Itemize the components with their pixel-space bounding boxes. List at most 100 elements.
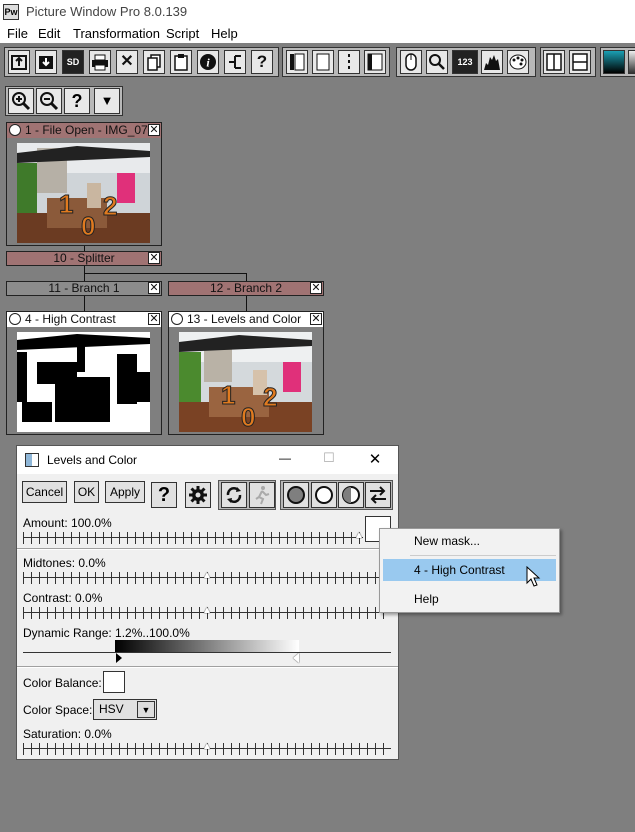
node-branch-2[interactable]: 12 - Branch 2 ✕ [168,281,324,296]
node-title: 11 - Branch 1 [48,281,120,295]
node-title: 4 - High Contrast [25,312,116,326]
dropdown-arrow-icon[interactable]: ▼ [94,88,120,114]
wire [84,296,85,311]
close-x-icon[interactable]: ✕ [116,50,138,74]
color-space-select[interactable]: HSV ▼ [93,699,157,720]
color-space-label: Color Space: [23,703,93,717]
dialog-app-icon [25,453,39,467]
slider-thumb[interactable] [356,532,362,538]
info-icon[interactable]: i [197,50,219,74]
color-space-value: HSV [99,702,124,716]
copy-icon[interactable] [143,50,165,74]
amount-label: Amount: 100.0% [23,516,112,530]
node-splitter[interactable]: 10 - Splitter ✕ [6,251,162,266]
file-toolbar-group: SD ✕ i ? [4,47,279,77]
node-header: 1 - File Open - IMG_07 ✕ [7,123,161,138]
contrast-slider[interactable] [23,607,391,619]
close-icon[interactable]: ✕ [310,282,322,294]
mask-half-icon[interactable] [338,482,364,508]
mask-filled-icon[interactable] [283,482,309,508]
thumb-number-2: 2 [103,191,117,221]
menu-item-new-mask[interactable]: New mask... [383,530,556,552]
split-horizontal-icon[interactable] [569,50,591,74]
mask-group [280,480,393,510]
node-title: 1 - File Open - IMG_07 [25,123,148,137]
swap-icon[interactable] [365,482,391,508]
range-high-handle[interactable] [293,653,299,663]
gear-icon[interactable] [185,482,211,508]
apply-button[interactable]: Apply [105,481,145,503]
file-open-thumbnail: 1 0 2 [17,143,150,243]
layout-4-icon[interactable] [364,50,386,74]
maximize-icon[interactable]: ☐ [319,450,339,466]
title-bar: Pw Picture Window Pro 8.0.139 [0,0,635,24]
menu-file[interactable]: File [7,26,28,41]
layout-1-icon[interactable] [286,50,308,74]
save-icon[interactable] [35,50,57,74]
refresh-icon[interactable] [221,482,247,508]
minimize-icon[interactable]: — [275,451,295,465]
zoom-help-icon[interactable]: ? [64,88,90,114]
layout-2-icon[interactable] [312,50,334,74]
dialog-close-icon[interactable]: ✕ [365,450,385,468]
mouse-icon[interactable] [400,50,422,74]
numeric-icon[interactable]: 123 [452,50,478,74]
slider-thumb[interactable] [204,743,210,749]
gradient-2-icon[interactable] [628,50,635,74]
node-radio-icon[interactable] [171,313,183,325]
print-icon[interactable] [89,50,111,74]
layout-3-icon[interactable] [338,50,360,74]
node-radio-icon[interactable] [9,313,21,325]
menu-item-help[interactable]: Help [383,588,556,610]
paste-icon[interactable] [170,50,192,74]
close-icon[interactable]: ✕ [148,282,160,294]
chevron-down-icon[interactable]: ▼ [137,701,155,718]
thumb-number-1: 1 [59,189,73,219]
close-icon[interactable]: ✕ [148,124,160,136]
thumb-number-0: 0 [81,211,95,241]
slider-thumb[interactable] [204,572,210,578]
node-file-open[interactable]: 1 - File Open - IMG_07 ✕ 1 0 2 [6,122,162,246]
midtones-label: Midtones: 0.0% [23,556,106,570]
node-header: 13 - Levels and Color ✕ [169,312,323,327]
node-high-contrast[interactable]: 4 - High Contrast ✕ [6,311,162,435]
menu-edit[interactable]: Edit [38,26,60,41]
mask-empty-icon[interactable] [311,482,337,508]
help-icon[interactable]: ? [251,50,273,74]
layout-toolbar-group [282,47,390,77]
run-icon[interactable] [249,482,275,508]
zoom-icon[interactable] [426,50,448,74]
color-balance-swatch[interactable] [103,671,125,693]
menu-transformation[interactable]: Transformation [73,26,160,41]
ok-button[interactable]: OK [74,481,99,503]
dialog-help-icon[interactable]: ? [151,482,177,508]
range-low-handle[interactable] [116,653,122,663]
close-icon[interactable]: ✕ [148,252,160,264]
menu-script[interactable]: Script [166,26,199,41]
node-title: 12 - Branch 2 [209,281,283,295]
slider-thumb[interactable] [204,607,210,613]
menu-help[interactable]: Help [211,26,238,41]
node-radio-icon[interactable] [9,124,21,136]
zoom-toolbar: ? ▼ [5,86,123,116]
node-levels-and-color[interactable]: 13 - Levels and Color ✕ 1 0 2 [168,311,324,435]
dynamic-range-label: Dynamic Range: 1.2%..100.0% [23,626,190,640]
close-icon[interactable]: ✕ [148,313,160,325]
sd-card-icon[interactable]: SD [62,50,84,74]
node-branch-1[interactable]: 11 - Branch 1 ✕ [6,281,162,296]
palette-icon[interactable] [507,50,529,74]
open-doc-icon[interactable] [8,50,30,74]
node-header: 4 - High Contrast ✕ [7,312,161,327]
midtones-slider[interactable] [23,572,391,584]
saturation-slider[interactable] [23,743,391,755]
branch-icon[interactable] [224,50,246,74]
menu-bar: File Edit Transformation Script Help [0,24,635,43]
histogram-icon[interactable] [481,50,503,74]
amount-slider[interactable] [23,532,363,544]
zoom-out-icon[interactable] [36,88,62,114]
gradient-icon[interactable] [603,50,625,74]
cancel-button[interactable]: Cancel [22,481,67,503]
split-vertical-icon[interactable] [543,50,565,74]
close-icon[interactable]: ✕ [310,313,322,325]
zoom-in-icon[interactable] [8,88,34,114]
